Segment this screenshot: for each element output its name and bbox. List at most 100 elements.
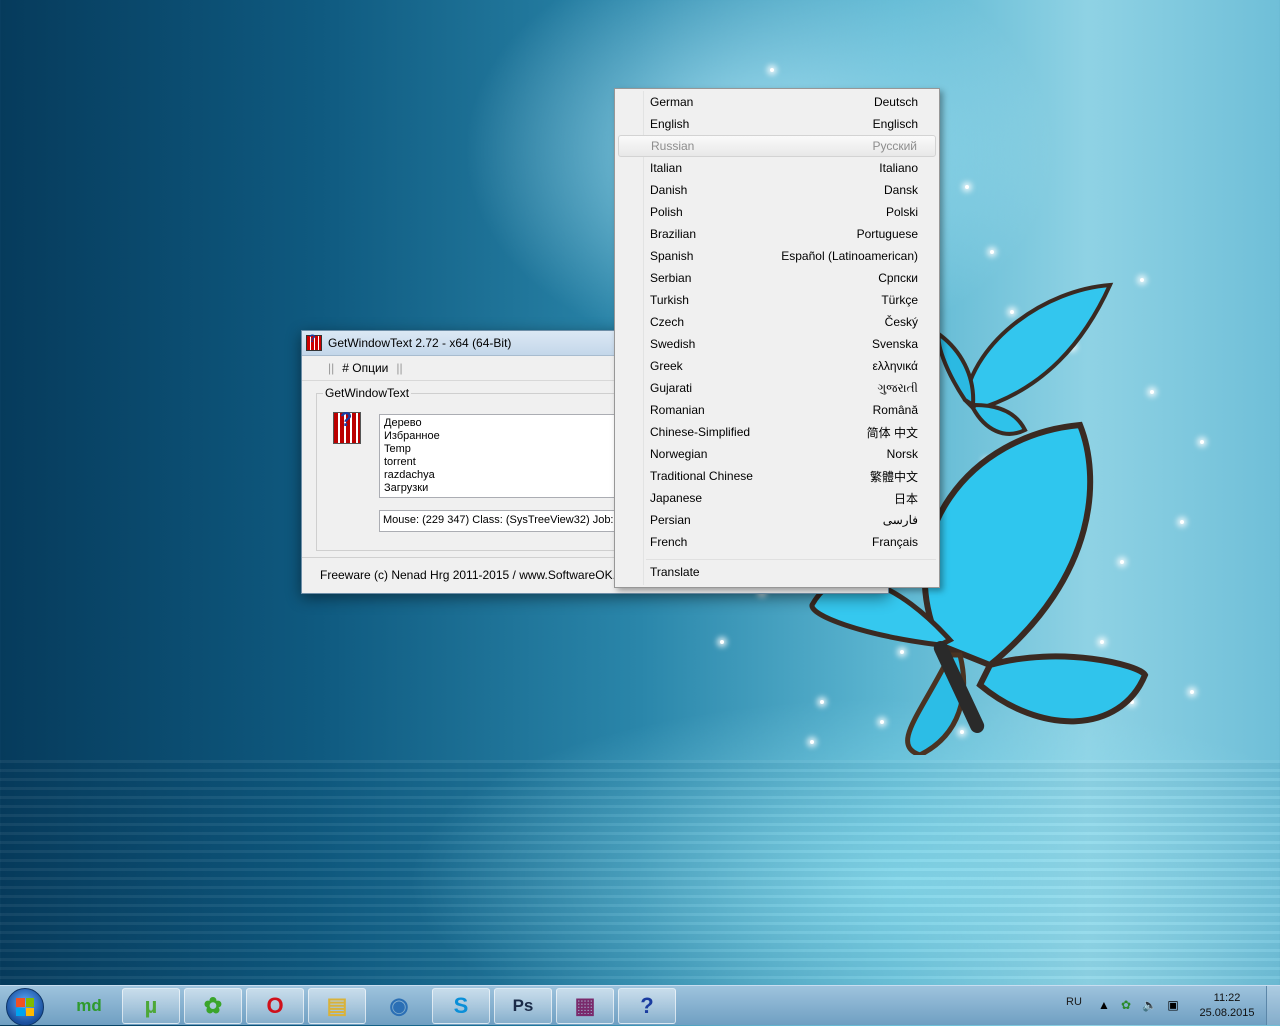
start-button[interactable] (6, 988, 44, 1026)
taskbar-mydocs-button[interactable]: md (60, 988, 118, 1024)
menu-item-language[interactable]: English Englisch (618, 113, 936, 135)
menu-item-label: Swedish (650, 337, 696, 351)
clock-time: 11:22 (1213, 992, 1241, 1004)
sparkle (1190, 690, 1194, 694)
show-hidden-icons-arrow-icon[interactable]: ▲ (1097, 998, 1111, 1012)
menu-separator (646, 559, 936, 560)
menu-item-language[interactable]: Romanian Română (618, 399, 936, 421)
explorer-icon: ▤ (326, 993, 348, 1018)
menu-item-language[interactable]: Japanese 日本 (618, 487, 936, 509)
menu-item-label: Danish (650, 183, 688, 197)
menu-item-label: Translate (650, 565, 700, 579)
menu-item-language[interactable]: Greek ελληνικά (618, 355, 936, 377)
menu-item-native-name: Český (884, 315, 918, 329)
menu-item-language[interactable]: Swedish Svenska (618, 333, 936, 355)
taskbar-winrar-button[interactable]: ▦ (556, 988, 614, 1024)
menu-item-language[interactable]: Traditional Chinese 繁體中文 (618, 465, 936, 487)
menu-item-native-name: Polski (885, 205, 918, 219)
taskbar-photoshop-button[interactable]: Ps (494, 988, 552, 1024)
menu-item-language[interactable]: Spanish Español (Latinoamerican) (618, 245, 936, 267)
windows-logo-icon (16, 998, 34, 1016)
menu-item-label: Gujarati (650, 381, 693, 395)
skype-icon: S (453, 993, 469, 1018)
utorrent-icon: µ (144, 993, 158, 1018)
menu-item-language[interactable]: Czech Český (618, 311, 936, 333)
menu-item-language[interactable]: Danish Dansk (618, 179, 936, 201)
app-icon (306, 333, 322, 351)
menu-item-language[interactable]: French Français (618, 531, 936, 553)
menu-item-label: Romanian (650, 403, 705, 417)
network-icon[interactable]: ▣ (1166, 998, 1180, 1012)
menu-item-native-name: Portuguese (856, 227, 918, 241)
menu-item-language[interactable]: Italian Italiano (618, 157, 936, 179)
menu-item-native-name: Deutsch (873, 95, 918, 109)
menu-item-label: Traditional Chinese (650, 469, 753, 483)
menu-item-native-name: Français (871, 535, 918, 549)
menu-item-native-name: 繁體中文 (869, 469, 918, 484)
clock[interactable]: 11:22 25.08.2015 (1196, 991, 1258, 1021)
sparkle (1150, 390, 1154, 394)
clock-date: 25.08.2015 (1199, 1007, 1255, 1019)
menu-item-native-name: ελληνικά (872, 359, 918, 373)
menu-item-label: Czech (650, 315, 685, 329)
footer-copyright[interactable]: Freeware (c) Nenad Hrg 2011-2015 / www.S… (320, 568, 639, 582)
menu-item-translate[interactable]: Translate (618, 561, 936, 583)
taskbar-getwindowtext-button[interactable]: ? (618, 988, 676, 1024)
taskbar-skype-button[interactable]: S (432, 988, 490, 1024)
show-desktop-button[interactable] (1266, 986, 1280, 1025)
taskbar: md µ ✿ O ▤ ◉ S Ps ▦? RU ▲ ✿ 🔈 ▣ 11:22 25.08.2015 (0, 985, 1280, 1026)
qip-icon: ◉ (389, 993, 409, 1018)
window-title: GetWindowText 2.72 - x64 (64-Bit) (328, 336, 512, 350)
menu-item-native-name: فارسی (882, 513, 918, 527)
menu-item-native-name: Italiano (879, 161, 918, 175)
menu-item-language[interactable]: Turkish Türkçe (618, 289, 936, 311)
menu-item-language[interactable]: Brazilian Portuguese (618, 223, 936, 245)
taskbar-utorrent-button[interactable]: µ (122, 988, 180, 1024)
language-indicator[interactable]: RU (1066, 996, 1082, 1008)
sparkle (720, 640, 724, 644)
menu-item-native-name: 简体 中文 (866, 425, 918, 440)
sparkle (1140, 278, 1144, 282)
menu-item-language[interactable]: Serbian Српски (618, 267, 936, 289)
finder-tool-icon[interactable] (333, 409, 361, 444)
menu-item-label: Spanish (650, 249, 694, 263)
taskbar-icq-button[interactable]: ✿ (184, 988, 242, 1024)
menu-item-native-name: Dansk (883, 183, 918, 197)
water-reflection (0, 760, 1280, 985)
menu-item-label: Persian (650, 513, 691, 527)
taskbar-qip-button[interactable]: ◉ (370, 988, 428, 1024)
menu-item-language[interactable]: Chinese-Simplified 简体 中文 (618, 421, 936, 443)
tray-app-icon[interactable]: ✿ (1119, 998, 1133, 1012)
menu-item-label: Brazilian (650, 227, 697, 241)
sparkle (770, 68, 774, 72)
menu-item-language[interactable]: Gujarati ગુજરાતી (618, 377, 936, 399)
sparkle (1200, 440, 1204, 444)
mydocs-icon: md (76, 996, 102, 1015)
getwindowtext-icon: ? (640, 993, 654, 1018)
language-menu: Translate German Deutsch English Englisch Ru… (614, 88, 940, 588)
menu-item-language[interactable]: Polish Polski (618, 201, 936, 223)
taskbar-explorer-button[interactable]: ▤ (308, 988, 366, 1024)
menu-item-label: Norwegian (650, 447, 708, 461)
sparkle (965, 185, 969, 189)
menu-item-language: Russian Русский (618, 135, 936, 157)
group-label: GetWindowText (323, 386, 412, 400)
icq-icon: ✿ (203, 993, 223, 1018)
menu-options[interactable]: # Опции (342, 361, 388, 375)
menu-item-language[interactable]: Norwegian Norsk (618, 443, 936, 465)
menu-item-label: English (650, 117, 690, 131)
menu-grip: || (328, 361, 335, 375)
menu-item-label: German (650, 95, 694, 109)
menu-item-native-name: Српски (878, 271, 918, 285)
sparkle (990, 250, 994, 254)
sparkle (1180, 520, 1184, 524)
menu-item-native-name: Română (872, 403, 918, 417)
menu-item-language[interactable]: German Deutsch (618, 91, 936, 113)
menu-grip: || (396, 361, 403, 375)
menu-item-language[interactable]: Persian فارسی (618, 509, 936, 531)
taskbar-opera-button[interactable]: O (246, 988, 304, 1024)
volume-icon[interactable]: 🔈 (1142, 998, 1157, 1012)
menu-item-label: Italian (650, 161, 683, 175)
butterfly-small-image (936, 282, 1114, 436)
menu-item-native-name: Norsk (886, 447, 918, 461)
